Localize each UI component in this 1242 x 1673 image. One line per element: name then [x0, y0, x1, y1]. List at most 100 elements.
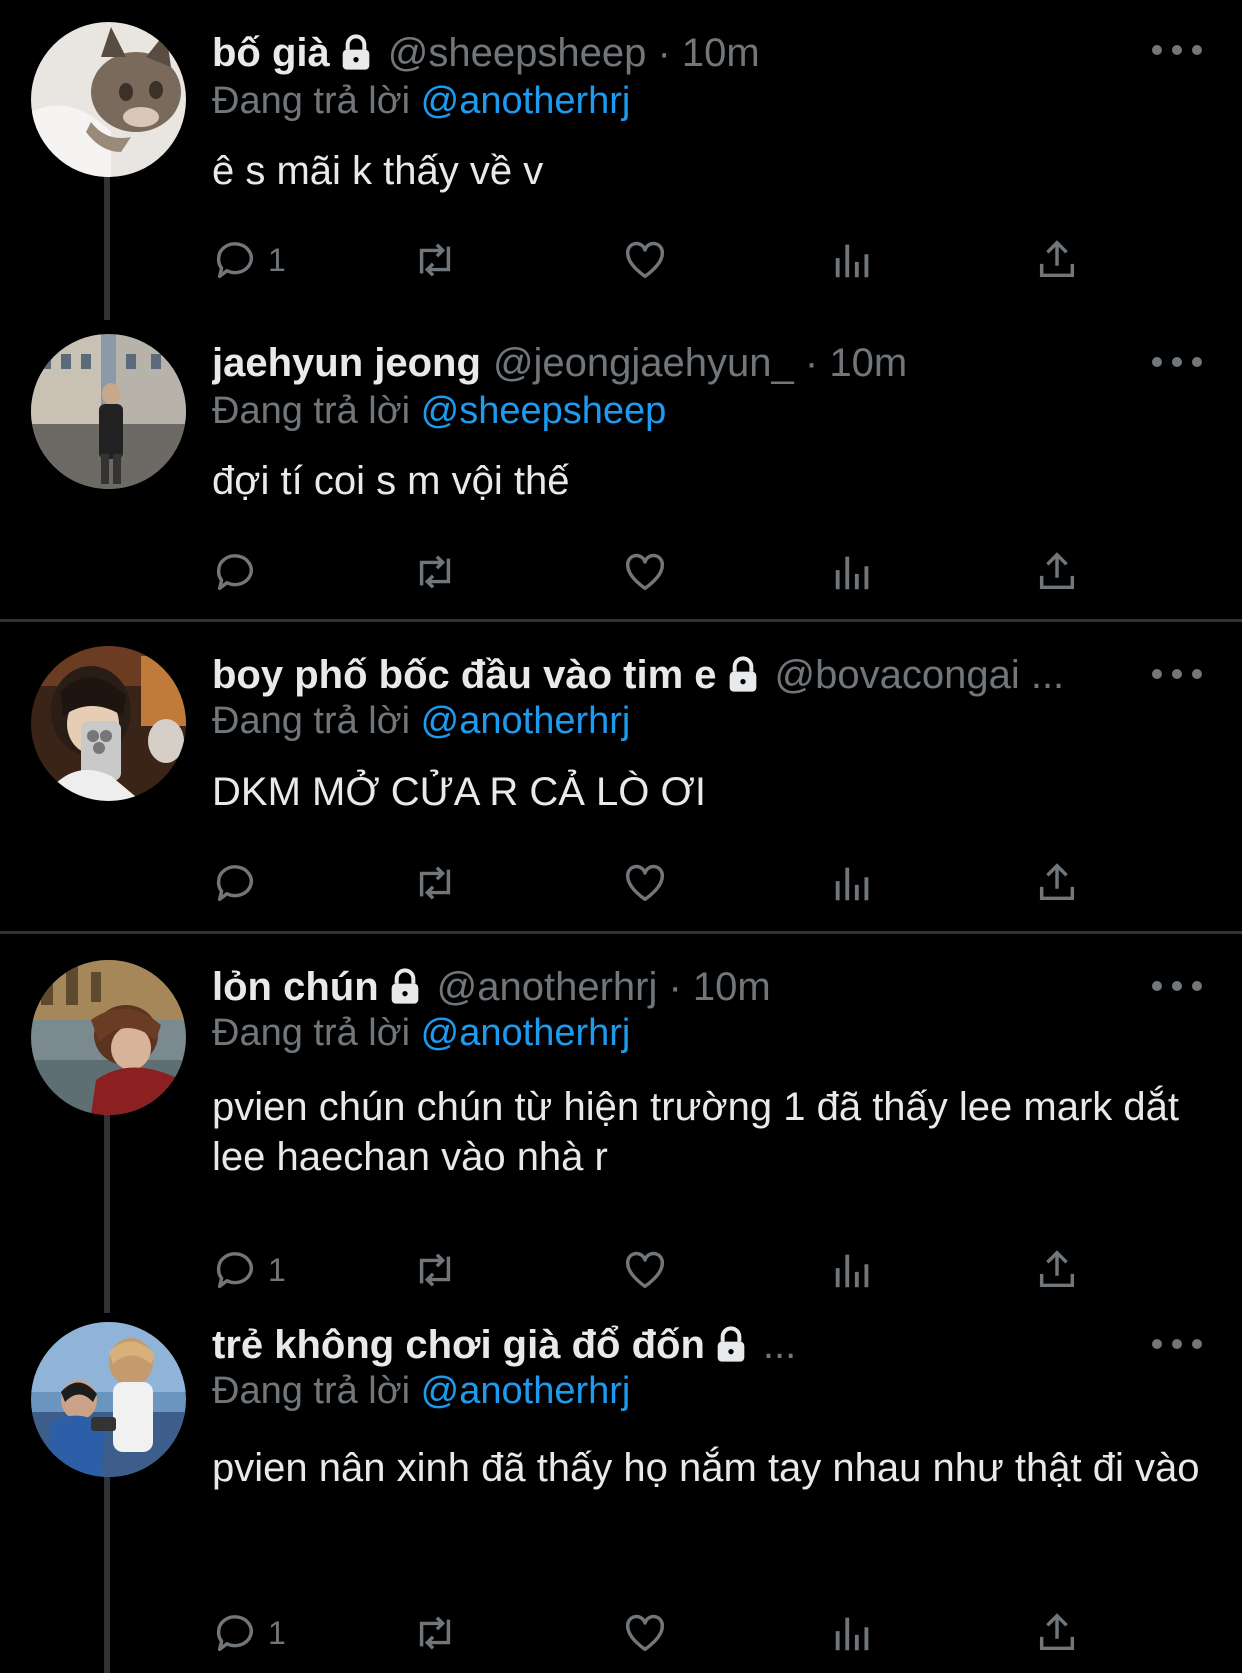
- handle-time[interactable]: @bovacongai ...: [775, 650, 1065, 700]
- share-icon: [1039, 240, 1075, 278]
- reply-to-handle[interactable]: @anotherhrj: [421, 1370, 631, 1412]
- retweet-button[interactable]: [412, 1245, 458, 1295]
- reply-prefix: Đang trả lời: [212, 1370, 411, 1412]
- reply-icon: [216, 865, 253, 902]
- reply-context: Đang trả lời @anotherhrj: [212, 78, 630, 124]
- reply-prefix: Đang trả lời: [212, 1012, 411, 1054]
- reply-context: Đang trả lời @anotherhrj: [212, 1010, 630, 1056]
- handle-time[interactable]: ...: [763, 1320, 796, 1370]
- handle-time[interactable]: @jeongjaehyun_ · 10m: [493, 338, 907, 388]
- tweet[interactable]: trẻ không chơi già đổ đốn ... Đang trả l…: [0, 1298, 1242, 1673]
- retweet-icon: [419, 1253, 451, 1287]
- heart-icon: [626, 1614, 664, 1652]
- reply-prefix: Đang trả lời: [212, 390, 411, 432]
- like-button[interactable]: [622, 1608, 668, 1658]
- reply-icon: [216, 554, 253, 591]
- tweet[interactable]: bố già @sheepsheep · 10m Đang trả lời @a…: [0, 0, 1242, 310]
- views-button[interactable]: [830, 235, 876, 285]
- more-icon[interactable]: [1152, 40, 1202, 60]
- reply-to-handle[interactable]: @anotherhrj: [421, 80, 631, 122]
- retweet-button[interactable]: [412, 858, 458, 908]
- reply-to-handle[interactable]: @sheepsheep: [421, 390, 667, 432]
- share-icon: [1039, 1250, 1075, 1288]
- heart-icon: [626, 1251, 664, 1289]
- like-button[interactable]: [622, 235, 668, 285]
- like-button[interactable]: [622, 858, 668, 908]
- heart-icon: [626, 553, 664, 591]
- avatar[interactable]: [31, 22, 186, 177]
- views-icon: [835, 556, 869, 590]
- action-bar: 1: [212, 235, 1092, 285]
- avatar[interactable]: [31, 334, 186, 489]
- share-button[interactable]: [1034, 235, 1080, 285]
- action-bar: 1: [212, 1245, 1092, 1295]
- views-button[interactable]: [830, 1608, 876, 1658]
- reply-button[interactable]: [212, 547, 268, 597]
- like-button[interactable]: [622, 547, 668, 597]
- handle-time[interactable]: @anotherhrj · 10m: [437, 962, 771, 1012]
- more-icon[interactable]: [1152, 976, 1202, 996]
- reply-to-handle[interactable]: @anotherhrj: [421, 700, 631, 742]
- display-name[interactable]: bố già: [212, 28, 330, 78]
- tweet[interactable]: boy phố bốc đầu vào tim e @bovacongai ..…: [0, 622, 1242, 931]
- tweet-text: DKM MỞ CỬA R CẢ LÒ ƠI: [212, 770, 706, 814]
- views-button[interactable]: [830, 547, 876, 597]
- retweet-button[interactable]: [412, 235, 458, 285]
- action-bar: [212, 547, 1092, 597]
- views-button[interactable]: [830, 858, 876, 908]
- display-name[interactable]: trẻ không chơi già đổ đốn: [212, 1320, 705, 1370]
- views-icon: [835, 244, 869, 278]
- like-button[interactable]: [622, 1245, 668, 1295]
- tweet-text: pvien chún chún từ hiện trường 1 đã thấy…: [212, 1085, 1180, 1179]
- action-bar: 1: [212, 1608, 1092, 1658]
- reply-prefix: Đang trả lời: [212, 80, 411, 122]
- share-button[interactable]: [1034, 547, 1080, 597]
- more-icon[interactable]: [1152, 352, 1202, 372]
- heart-icon: [626, 241, 664, 279]
- reply-button[interactable]: [212, 858, 268, 908]
- lock-icon: [723, 655, 763, 695]
- share-icon: [1039, 1613, 1075, 1651]
- reply-count: 1: [268, 241, 286, 278]
- action-bar: [212, 858, 1092, 908]
- reply-context: Đang trả lời @anotherhrj: [212, 1368, 630, 1414]
- reply-button[interactable]: 1: [212, 1608, 286, 1658]
- retweet-icon: [419, 555, 451, 589]
- display-name[interactable]: lỏn chún: [212, 962, 379, 1012]
- share-button[interactable]: [1034, 1245, 1080, 1295]
- tweet[interactable]: jaehyun jeong @jeongjaehyun_ · 10m Đang …: [0, 310, 1242, 619]
- lock-icon: [385, 967, 425, 1007]
- views-button[interactable]: [830, 1245, 876, 1295]
- reply-icon: [216, 1252, 253, 1289]
- reply-context: Đang trả lời @sheepsheep: [212, 388, 666, 434]
- share-icon: [1039, 863, 1075, 901]
- retweet-button[interactable]: [412, 547, 458, 597]
- more-icon[interactable]: [1152, 664, 1202, 684]
- share-icon: [1039, 552, 1075, 590]
- reply-icon: [216, 242, 253, 279]
- tweet-text: ê s mãi k thấy về v: [212, 149, 544, 193]
- handle-time[interactable]: @sheepsheep · 10m: [388, 28, 760, 78]
- display-name[interactable]: jaehyun jeong: [212, 338, 481, 388]
- views-icon: [835, 1617, 869, 1651]
- share-button[interactable]: [1034, 1608, 1080, 1658]
- reply-context: Đang trả lời @anotherhrj: [212, 698, 630, 744]
- share-button[interactable]: [1034, 858, 1080, 908]
- reply-button[interactable]: 1: [212, 235, 286, 285]
- retweet-button[interactable]: [412, 1608, 458, 1658]
- heart-icon: [626, 864, 664, 902]
- reply-button[interactable]: 1: [212, 1245, 286, 1295]
- avatar[interactable]: [31, 960, 186, 1115]
- reply-icon: [216, 1615, 253, 1652]
- avatar[interactable]: [31, 1322, 186, 1477]
- avatar[interactable]: [31, 646, 186, 801]
- display-name[interactable]: boy phố bốc đầu vào tim e: [212, 650, 717, 700]
- retweet-icon: [419, 866, 451, 900]
- reply-count: 1: [268, 1251, 286, 1288]
- tweet[interactable]: lỏn chún @anotherhrj · 10m Đang trả lời …: [0, 934, 1242, 1314]
- reply-to-handle[interactable]: @anotherhrj: [421, 1012, 631, 1054]
- tweet-text: pvien nân xinh đã thấy họ nắm tay nhau n…: [212, 1446, 1200, 1490]
- views-icon: [835, 1254, 869, 1288]
- lock-icon: [336, 33, 376, 73]
- more-icon[interactable]: [1152, 1334, 1202, 1354]
